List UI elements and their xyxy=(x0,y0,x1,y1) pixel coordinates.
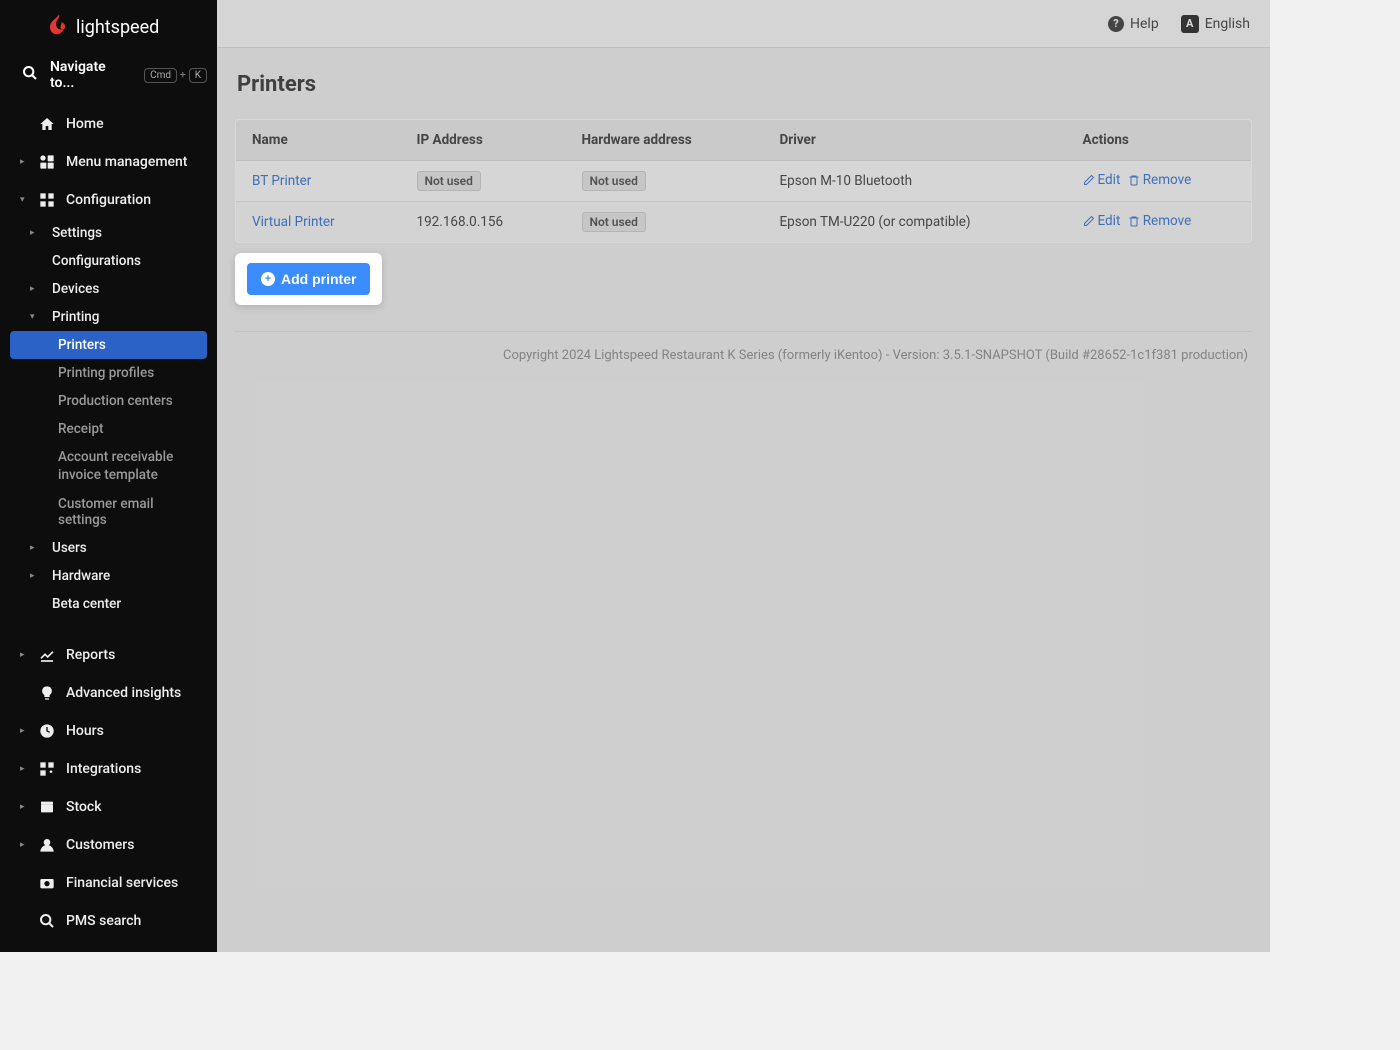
language-icon: A xyxy=(1181,15,1199,33)
nav-printers[interactable]: Printers xyxy=(10,331,207,359)
help-icon: ? xyxy=(1108,16,1124,32)
sidebar: lightspeed Navigate to... Cmd + K ▸Home … xyxy=(0,0,217,952)
nav-search-label: Navigate to... xyxy=(50,59,132,91)
page-title: Printers xyxy=(235,72,1252,97)
col-actions: Actions xyxy=(1067,120,1252,161)
edit-action[interactable]: Edit xyxy=(1083,172,1121,188)
nav-financial-services[interactable]: ▸Financial services xyxy=(0,864,217,902)
nav-customers[interactable]: ▸Customers xyxy=(0,826,217,864)
main: ? Help A English Printers Name IP Addres… xyxy=(217,0,1270,952)
hw-cell: Not used xyxy=(566,161,764,202)
config-icon xyxy=(38,192,56,208)
hw-cell: Not used xyxy=(566,202,764,243)
topbar: ? Help A English xyxy=(217,0,1270,48)
nav-receipt[interactable]: Receipt xyxy=(0,415,217,443)
grid-icon xyxy=(38,154,56,170)
chart-icon xyxy=(38,647,56,663)
nav-hours[interactable]: ▸Hours xyxy=(0,712,217,750)
customers-icon xyxy=(38,837,56,853)
driver-cell: Epson TM-U220 (or compatible) xyxy=(764,202,1067,243)
nav-production-centers[interactable]: Production centers xyxy=(0,387,217,415)
nav-configurations[interactable]: Configurations xyxy=(0,247,217,275)
col-ip: IP Address xyxy=(401,120,566,161)
table-header-row: Name IP Address Hardware address Driver … xyxy=(236,120,1252,161)
plus-icon: + xyxy=(261,272,275,286)
printer-name-link[interactable]: Virtual Printer xyxy=(252,214,335,230)
help-link[interactable]: ? Help xyxy=(1108,16,1159,32)
nav-printing-profiles[interactable]: Printing profiles xyxy=(0,359,217,387)
nav-integrations[interactable]: ▸Integrations xyxy=(0,750,217,788)
language-selector[interactable]: A English xyxy=(1181,15,1250,33)
not-used-badge: Not used xyxy=(582,171,646,191)
nav-reports[interactable]: ▸Reports xyxy=(0,636,217,674)
not-used-badge: Not used xyxy=(417,171,481,191)
ip-cell: 192.168.0.156 xyxy=(401,202,566,243)
col-driver: Driver xyxy=(764,120,1067,161)
camera-icon xyxy=(38,875,56,891)
nav-advanced-insights[interactable]: ▸Advanced insights xyxy=(0,674,217,712)
nav-email-settings[interactable]: Customer email settings xyxy=(0,490,217,534)
nav-beta-center[interactable]: Beta center xyxy=(0,590,217,618)
bulb-icon xyxy=(38,685,56,701)
nav-printing[interactable]: ▾Printing xyxy=(0,303,217,331)
stock-icon xyxy=(38,799,56,815)
ip-cell: Not used xyxy=(401,161,566,202)
edit-action[interactable]: Edit xyxy=(1083,213,1121,229)
brand-text: lightspeed xyxy=(76,17,159,38)
clock-icon xyxy=(38,723,56,739)
printers-table: Name IP Address Hardware address Driver … xyxy=(235,119,1252,243)
nav-devices[interactable]: ▸Devices xyxy=(0,275,217,303)
printer-name-link[interactable]: BT Printer xyxy=(252,173,311,189)
nav-search[interactable]: Navigate to... Cmd + K xyxy=(0,51,217,105)
table-row: Virtual Printer 192.168.0.156 Not used Epso… xyxy=(236,202,1252,243)
add-printer-highlight: + Add printer xyxy=(235,253,382,305)
nav-pms-search[interactable]: ▸PMS search xyxy=(0,902,217,940)
nav-home[interactable]: ▸Home xyxy=(0,105,217,143)
add-printer-button[interactable]: + Add printer xyxy=(247,263,370,295)
flame-icon xyxy=(50,14,68,41)
col-name: Name xyxy=(236,120,401,161)
brand-logo: lightspeed xyxy=(0,0,217,51)
nav-stock[interactable]: ▸Stock xyxy=(0,788,217,826)
nav-hardware[interactable]: ▸Hardware xyxy=(0,562,217,590)
search-icon xyxy=(38,913,56,929)
search-icon xyxy=(22,65,38,85)
footer-text: Copyright 2024 Lightspeed Restaurant K S… xyxy=(235,331,1252,363)
nav-menu-management[interactable]: ▸Menu management xyxy=(0,143,217,181)
nav-ar-template[interactable]: Account receivable invoice template xyxy=(0,443,217,490)
content: Printers Name IP Address Hardware addres… xyxy=(217,48,1270,387)
nav-settings[interactable]: ▸Settings xyxy=(0,219,217,247)
remove-action[interactable]: Remove xyxy=(1128,213,1192,229)
remove-action[interactable]: Remove xyxy=(1128,172,1192,188)
integrations-icon xyxy=(38,761,56,777)
nav-list: ▸Home ▸Menu management ▾Configuration xyxy=(0,105,217,219)
driver-cell: Epson M-10 Bluetooth xyxy=(764,161,1067,202)
kbd-shortcut: Cmd + K xyxy=(144,68,207,83)
nav-configuration[interactable]: ▾Configuration xyxy=(0,181,217,219)
not-used-badge: Not used xyxy=(582,212,646,232)
home-icon xyxy=(38,116,56,132)
nav-users[interactable]: ▸Users xyxy=(0,534,217,562)
col-hw: Hardware address xyxy=(566,120,764,161)
table-row: BT Printer Not used Not used Epson M-10 Blu… xyxy=(236,161,1252,202)
